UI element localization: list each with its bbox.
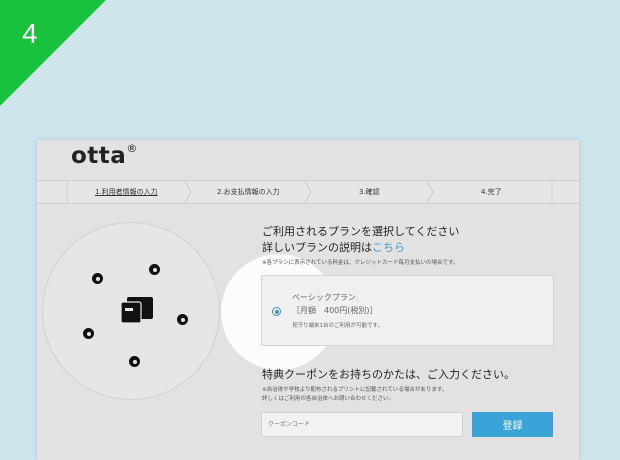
logo-text: otta [71, 143, 127, 169]
coupon-note-2: 詳しくはご利用の各自治体へお問い合わせください。 [262, 396, 395, 402]
step-corner-badge: 4 [0, 0, 106, 106]
step-2-payment-info: 2.お支払情報の入力 [217, 188, 280, 196]
beacon-dot-icon [129, 356, 140, 367]
plan-details-link[interactable]: こちら [372, 241, 405, 254]
beacon-dot-icon [149, 264, 160, 275]
logo-registered-mark: ® [126, 142, 138, 156]
coupon-code-input[interactable] [261, 412, 463, 437]
plan-note: 見守り端末1台のご利用が可能です。 [292, 323, 383, 329]
step-3-confirm: 3.確認 [359, 188, 380, 196]
plan-subtitle-text: 詳しいプランの説明は [262, 241, 372, 254]
coupon-section-title: 特典クーポンをお持ちのかたは、ご入力ください。 [262, 368, 515, 381]
device-illustration [42, 222, 220, 400]
step-4-complete: 4.完了 [481, 188, 502, 196]
otta-logo: otta® [71, 142, 138, 169]
card-stack-icon [121, 297, 153, 324]
registration-page: otta® 1.利用者情報の入力 2.お支払情報の入力 3.確認 4.完了 ご利… [37, 140, 579, 460]
plan-price-note: ※各プランに表示されている料金は、クレジットカード毎月支払いの場合です。 [262, 260, 459, 266]
step-1-user-info: 1.利用者情報の入力 [95, 188, 158, 196]
register-button[interactable]: 登録 [472, 412, 553, 437]
progress-steps: 1.利用者情報の入力 2.お支払情報の入力 3.確認 4.完了 [37, 180, 579, 204]
beacon-dot-icon [83, 328, 94, 339]
corner-triangle [0, 0, 106, 106]
beacon-dot-icon [92, 273, 103, 284]
radio-selected-icon[interactable] [272, 307, 281, 316]
plan-section-title: ご利用されるプランを選択してください [262, 225, 460, 238]
plan-price: ［月額 400円(税別)］ [292, 306, 378, 315]
plan-name: ベーシックプラン [292, 293, 356, 302]
plan-option-basic[interactable]: ベーシックプラン ［月額 400円(税別)］ 見守り端末1台のご利用が可能です。 [261, 275, 554, 346]
beacon-dot-icon [177, 314, 188, 325]
plan-section-subtitle: 詳しいプランの説明はこちら [262, 239, 405, 255]
step-number: 4 [22, 18, 38, 49]
coupon-note-1: ※自治体や学校より配布されるプリントに記載されている場合があります。 [262, 387, 448, 393]
